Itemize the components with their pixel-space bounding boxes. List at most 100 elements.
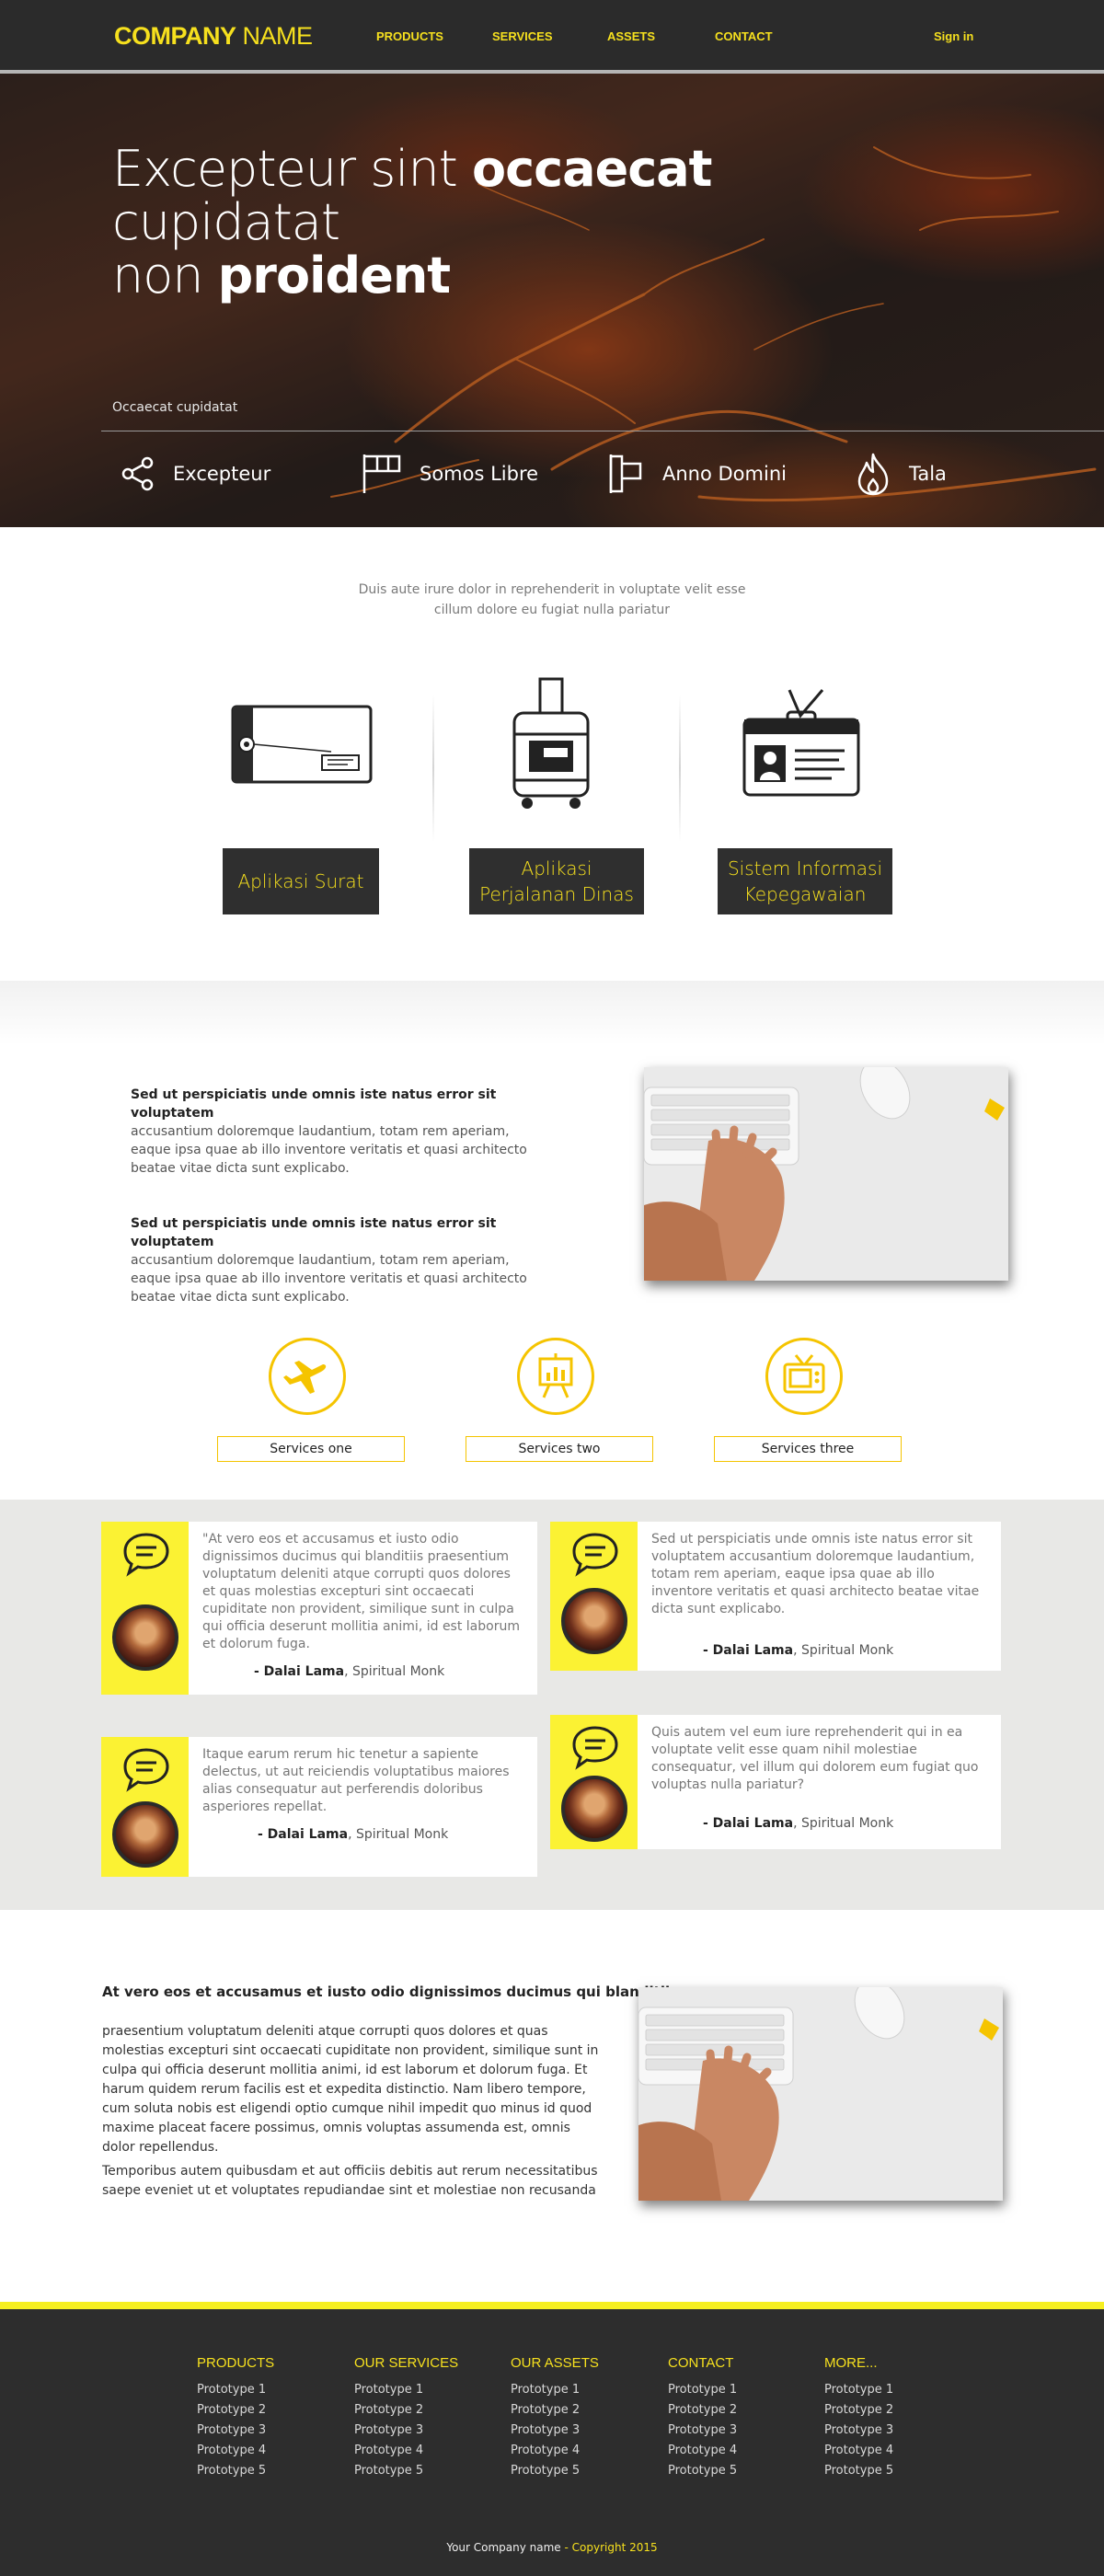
nav-assets[interactable]: ASSETS [607,29,655,43]
fire-icon [857,453,889,496]
footer-column-title[interactable]: CONTACT [668,2355,737,2371]
footer-link[interactable]: Prototype 3 [354,2421,458,2441]
copyright-sep: - [560,2541,572,2554]
testimonial-author: - Dalai Lama, Spiritual Monk [254,1664,444,1679]
bottom-paragraph-1: praesentium voluptatum deleniti atque co… [102,2024,599,2155]
footer-link[interactable]: Prototype 2 [354,2400,458,2421]
testimonial-author: - Dalai Lama, Spiritual Monk [258,1827,448,1842]
author-name: - Dalai Lama [703,1816,794,1831]
footer-column-title[interactable]: OUR ASSETS [511,2355,599,2371]
feature-anno-domini[interactable]: Anno Domini [607,451,787,497]
app-perjalanan-dinas-button[interactable]: Aplikasi Perjalanan Dinas [469,848,644,914]
hero-title-bold: proident [217,247,451,305]
author-name: - Dalai Lama [258,1827,349,1842]
testimonial-card: Itaque earum rerum hic tenetur a sapient… [101,1737,537,1877]
footer-link[interactable]: Prototype 1 [511,2380,599,2400]
footer-link[interactable]: Prototype 1 [824,2380,893,2400]
nav-services[interactable]: SERVICES [492,29,553,43]
services-one-label[interactable]: Services one [217,1436,405,1462]
services-two-label[interactable]: Services two [466,1436,653,1462]
nav-contact[interactable]: CONTACT [715,29,773,43]
keyboard-photo [644,1067,1008,1281]
sign-in-link[interactable]: Sign in [934,29,973,43]
footer-link[interactable]: Prototype 4 [824,2441,893,2461]
copyright-year: Copyright 2015 [571,2541,658,2554]
footer-column-assets: OUR ASSETS Prototype 1 Prototype 2 Proto… [511,2355,599,2481]
feature-tala[interactable]: Tala [854,451,947,497]
hero-banner: Excepteur sint occaecat cupidatat non pr… [0,74,1104,527]
tv-icon[interactable] [765,1338,843,1415]
footer-link[interactable]: Prototype 3 [824,2421,893,2441]
testimonial-card: "At vero eos et accusamus et iusto odio … [101,1522,537,1695]
feature-paragraph-2: Sed ut perspiciatis unde omnis iste natu… [131,1214,545,1306]
paragraph-body: accusantium doloremque laudantium, totam… [131,1124,527,1176]
footer-link[interactable]: Prototype 5 [824,2461,893,2481]
footer-link[interactable]: Prototype 4 [668,2441,737,2461]
feature-label: Anno Domini [662,463,787,485]
company-logo[interactable]: COMPANY NAME [114,22,313,51]
testimonial-author: - Dalai Lama, Spiritual Monk [703,1643,893,1658]
app-kepegawaian-button[interactable]: Sistem Informasi Kepegawaian [718,848,892,914]
footer-column-title[interactable]: MORE... [824,2355,893,2371]
hero-title-part: Excepteur sint [112,140,473,198]
airplane-icon[interactable] [269,1338,346,1415]
copyright-company: Your Company name [446,2541,561,2554]
paragraph-body: accusantium doloremque laudantium, totam… [131,1253,527,1305]
footer-link[interactable]: Prototype 4 [511,2441,599,2461]
logo-bold: COMPANY [114,22,236,50]
footer-link[interactable]: Prototype 1 [668,2380,737,2400]
section-gradient [0,981,1104,1045]
testimonial-quote: Itaque earum rerum hic tenetur a sapient… [202,1747,510,1814]
author-name: - Dalai Lama [703,1643,794,1658]
services-three-label[interactable]: Services three [714,1436,902,1462]
footer-link[interactable]: Prototype 5 [354,2461,458,2481]
speech-bubble-icon [572,1533,618,1577]
feature-label: Excepteur [173,463,271,485]
footer-link[interactable]: Prototype 2 [511,2400,599,2421]
logo-light: NAME [236,22,314,50]
top-navbar: COMPANY NAME PRODUCTS SERVICES ASSETS CO… [0,0,1104,74]
keyboard-illustration [638,1987,1003,2201]
footer-column-contact: CONTACT Prototype 1 Prototype 2 Prototyp… [668,2355,737,2481]
author-role: , Spiritual Monk [793,1816,894,1831]
speech-bubble-icon [123,1748,169,1792]
author-role: , Spiritual Monk [344,1664,445,1679]
testimonial-card: Sed ut perspiciatis unde omnis iste natu… [550,1522,1001,1671]
footer-link[interactable]: Prototype 2 [824,2400,893,2421]
footer-column-title[interactable]: PRODUCTS [197,2355,274,2371]
testimonial-author: - Dalai Lama, Spiritual Monk [703,1816,893,1831]
intro-text: Duis aute irure dolor in reprehenderit i… [358,582,746,617]
footer-column-products: PRODUCTS Prototype 1 Prototype 2 Prototy… [197,2355,274,2481]
hero-title-part: non [112,247,218,305]
footer-link[interactable]: Prototype 4 [354,2441,458,2461]
footer-link[interactable]: Prototype 4 [197,2441,274,2461]
testimonial-quote: Quis autem vel eum iure reprehenderit qu… [651,1725,979,1792]
copyright: Your Company name - Copyright 2015 [0,2541,1104,2554]
footer-accent-bar [0,2302,1104,2309]
footer-link[interactable]: Prototype 3 [511,2421,599,2441]
footer-link[interactable]: Prototype 3 [668,2421,737,2441]
nav-products[interactable]: PRODUCTS [356,29,464,74]
presentation-chart-icon[interactable] [517,1338,594,1415]
footer-link[interactable]: Prototype 2 [668,2400,737,2421]
footer-column-title[interactable]: OUR SERVICES [354,2355,458,2371]
id-card-icon [742,689,860,797]
avatar [112,1604,178,1671]
mail-envelope-icon [231,705,373,784]
feature-label: Tala [909,463,947,485]
avatar [561,1588,627,1654]
footer-link[interactable]: Prototype 5 [511,2461,599,2481]
app-surat-button[interactable]: Aplikasi Surat [223,848,379,914]
footer-link[interactable]: Prototype 2 [197,2400,274,2421]
hero-subtitle: Occaecat cupidatat [112,400,238,415]
nav-divider [0,70,1104,74]
footer-column-services: OUR SERVICES Prototype 1 Prototype 2 Pro… [354,2355,458,2481]
footer-link[interactable]: Prototype 3 [197,2421,274,2441]
feature-excepteur[interactable]: Excepteur [120,451,270,497]
footer-link[interactable]: Prototype 5 [197,2461,274,2481]
footer-link[interactable]: Prototype 5 [668,2461,737,2481]
footer-link[interactable]: Prototype 1 [354,2380,458,2400]
feature-somos-libre[interactable]: Somos Libre [361,451,538,497]
footer-link[interactable]: Prototype 1 [197,2380,274,2400]
speech-bubble-icon [572,1726,618,1770]
